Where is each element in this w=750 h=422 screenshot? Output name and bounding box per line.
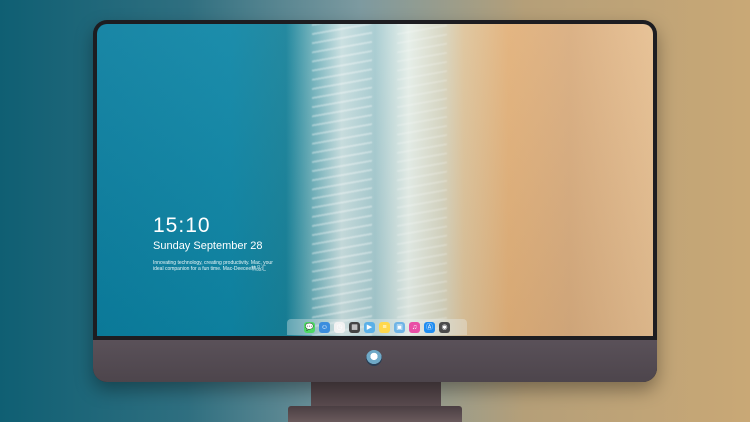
monitor: 15:10 Sunday September 28 Innovating tec… <box>93 20 657 382</box>
lockscreen-tagline: Innovating technology, creating producti… <box>153 260 273 272</box>
lockscreen-time: 15:10 <box>153 214 211 237</box>
preview-icon[interactable]: ▣ <box>394 321 405 333</box>
clapper-icon[interactable]: ▦ <box>349 321 360 333</box>
notes-icon[interactable]: ≡ <box>379 321 390 333</box>
camera-icon[interactable]: ◉ <box>439 321 450 333</box>
brand-logo-icon <box>366 350 382 366</box>
finder-icon[interactable]: ☺ <box>319 321 330 333</box>
dock: 💬 ☺ ◷ ▦ ▶ ≡ ▣ ♫ Ⓐ ◉ <box>287 319 467 335</box>
desktop-screen: 15:10 Sunday September 28 Innovating tec… <box>97 24 653 336</box>
wave-foam <box>312 24 372 336</box>
wave-foam <box>397 24 447 336</box>
movie-icon[interactable]: ▶ <box>364 321 375 333</box>
monitor-stand <box>311 382 441 408</box>
clock-icon[interactable]: ◷ <box>334 321 345 333</box>
itunes-icon[interactable]: ♫ <box>409 321 420 333</box>
monitor-base <box>288 406 462 422</box>
lockscreen-date: Sunday September 28 <box>153 240 263 252</box>
appstore-icon[interactable]: Ⓐ <box>424 321 435 333</box>
messages-icon[interactable]: 💬 <box>304 321 315 333</box>
